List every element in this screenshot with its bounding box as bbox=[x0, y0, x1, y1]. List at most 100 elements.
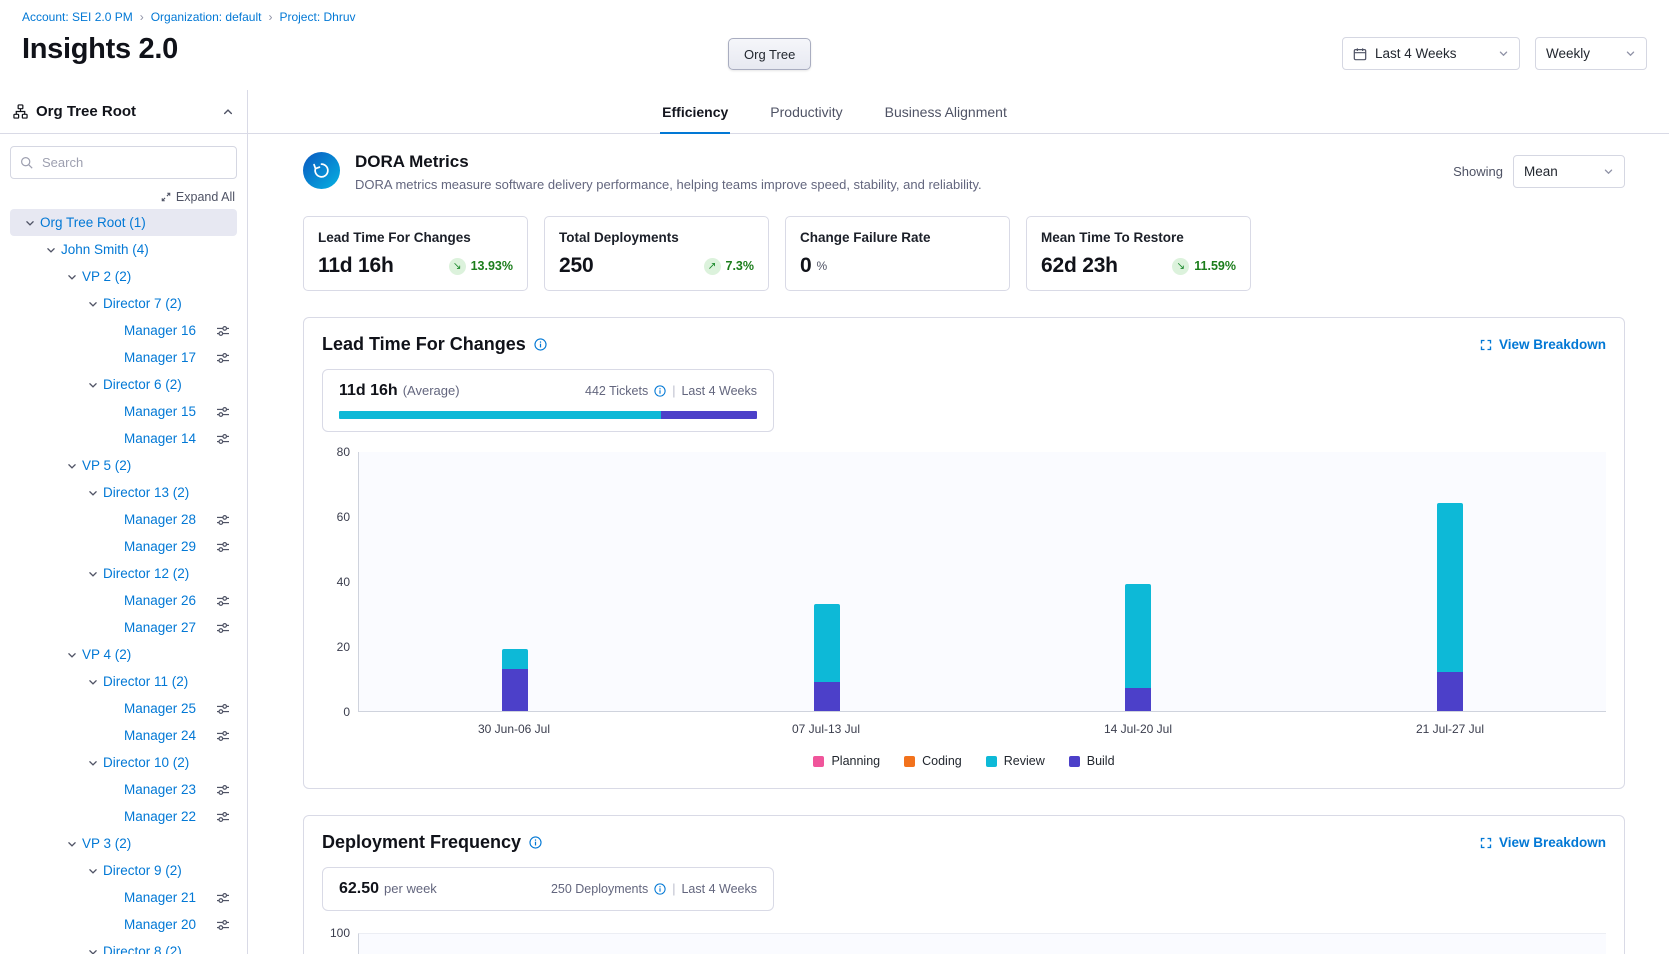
tree-item[interactable]: Org Tree Root (1) bbox=[10, 209, 237, 236]
tree-item-label[interactable]: Manager 17 bbox=[124, 350, 196, 365]
tree-item-label[interactable]: Director 8 (2) bbox=[103, 944, 182, 954]
tree-item[interactable]: Director 13 (2) bbox=[10, 479, 237, 506]
tree-item[interactable]: VP 3 (2) bbox=[10, 830, 237, 857]
tree-item-label[interactable]: Org Tree Root (1) bbox=[40, 215, 146, 230]
chevron-down-icon[interactable] bbox=[83, 866, 103, 876]
tree-item-label[interactable]: Manager 15 bbox=[124, 404, 196, 419]
tree-item-label[interactable]: Director 11 (2) bbox=[103, 674, 188, 689]
tree-item-label[interactable]: Manager 27 bbox=[124, 620, 196, 635]
tree-item-label[interactable]: Director 13 (2) bbox=[103, 485, 189, 500]
stacked-bar[interactable] bbox=[1125, 584, 1151, 711]
stacked-bar[interactable] bbox=[502, 649, 528, 711]
chevron-down-icon[interactable] bbox=[83, 299, 103, 309]
tree-item[interactable]: Director 11 (2) bbox=[10, 668, 237, 695]
tree-item[interactable]: Director 9 (2) bbox=[10, 857, 237, 884]
tree-item[interactable]: Manager 24 bbox=[10, 722, 237, 749]
tree-item[interactable]: Manager 15 bbox=[10, 398, 237, 425]
tree-item-label[interactable]: Director 9 (2) bbox=[103, 863, 182, 878]
tree-item-label[interactable]: Director 10 (2) bbox=[103, 755, 189, 770]
tree-item-label[interactable]: Manager 28 bbox=[124, 512, 196, 527]
tree-item[interactable]: Manager 27 bbox=[10, 614, 237, 641]
tree-item[interactable]: Manager 26 bbox=[10, 587, 237, 614]
tree-item[interactable]: Manager 23 bbox=[10, 776, 237, 803]
tree-item[interactable]: Manager 16 bbox=[10, 317, 237, 344]
org-tree-button[interactable]: Org Tree bbox=[728, 38, 811, 70]
tree-item-label[interactable]: Director 7 (2) bbox=[103, 296, 182, 311]
filter-icon[interactable] bbox=[216, 919, 230, 931]
view-breakdown-button[interactable]: View Breakdown bbox=[1480, 337, 1606, 352]
tab-efficiency[interactable]: Efficiency bbox=[660, 90, 730, 133]
chevron-down-icon[interactable] bbox=[83, 758, 103, 768]
tree-item[interactable]: Director 12 (2) bbox=[10, 560, 237, 587]
view-breakdown-button[interactable]: View Breakdown bbox=[1480, 835, 1606, 850]
tree-item[interactable]: Manager 17 bbox=[10, 344, 237, 371]
filter-icon[interactable] bbox=[216, 541, 230, 553]
tree-item-label[interactable]: VP 3 (2) bbox=[82, 836, 131, 851]
tree-item-label[interactable]: VP 2 (2) bbox=[82, 269, 131, 284]
tree-item-label[interactable]: Manager 21 bbox=[124, 890, 196, 905]
chevron-down-icon[interactable] bbox=[41, 245, 61, 255]
chevron-down-icon[interactable] bbox=[83, 488, 103, 498]
showing-select[interactable]: Mean bbox=[1513, 155, 1625, 188]
filter-icon[interactable] bbox=[216, 352, 230, 364]
tree-item[interactable]: Manager 25 bbox=[10, 695, 237, 722]
filter-icon[interactable] bbox=[216, 703, 230, 715]
tree-item-label[interactable]: Manager 25 bbox=[124, 701, 196, 716]
expand-all-button[interactable]: Expand All bbox=[161, 187, 235, 207]
filter-icon[interactable] bbox=[216, 892, 230, 904]
tree-item[interactable]: Director 6 (2) bbox=[10, 371, 237, 398]
info-icon[interactable] bbox=[534, 338, 547, 351]
filter-icon[interactable] bbox=[216, 325, 230, 337]
tree-item-label[interactable]: Manager 24 bbox=[124, 728, 196, 743]
search-input[interactable] bbox=[10, 146, 237, 179]
info-icon[interactable] bbox=[654, 883, 666, 895]
filter-icon[interactable] bbox=[216, 811, 230, 823]
granularity-select[interactable]: Weekly bbox=[1535, 37, 1647, 70]
filter-icon[interactable] bbox=[216, 514, 230, 526]
stacked-bar[interactable] bbox=[1437, 503, 1463, 711]
tree-item-label[interactable]: Director 12 (2) bbox=[103, 566, 189, 581]
tree-item[interactable]: VP 2 (2) bbox=[10, 263, 237, 290]
tree-item-label[interactable]: Manager 23 bbox=[124, 782, 196, 797]
tree-item[interactable]: VP 5 (2) bbox=[10, 452, 237, 479]
tree-item-label[interactable]: Manager 26 bbox=[124, 593, 196, 608]
chevron-down-icon[interactable] bbox=[62, 650, 82, 660]
breadcrumb-link[interactable]: Organization: default bbox=[151, 10, 262, 24]
tree-item-label[interactable]: Director 6 (2) bbox=[103, 377, 182, 392]
tree-item[interactable]: VP 4 (2) bbox=[10, 641, 237, 668]
tree-item[interactable]: Manager 22 bbox=[10, 803, 237, 830]
chevron-down-icon[interactable] bbox=[20, 218, 40, 228]
chevron-down-icon[interactable] bbox=[83, 380, 103, 390]
filter-icon[interactable] bbox=[216, 595, 230, 607]
filter-icon[interactable] bbox=[216, 622, 230, 634]
chevron-down-icon[interactable] bbox=[83, 677, 103, 687]
tree-item[interactable]: Manager 28 bbox=[10, 506, 237, 533]
chevron-down-icon[interactable] bbox=[62, 839, 82, 849]
tree-item[interactable]: John Smith (4) bbox=[10, 236, 237, 263]
tree-item[interactable]: Director 8 (2) bbox=[10, 938, 237, 954]
filter-icon[interactable] bbox=[216, 784, 230, 796]
info-icon[interactable] bbox=[529, 836, 542, 849]
info-icon[interactable] bbox=[654, 385, 666, 397]
tree-item-label[interactable]: Manager 16 bbox=[124, 323, 196, 338]
tree-item-label[interactable]: VP 5 (2) bbox=[82, 458, 131, 473]
collapse-icon[interactable] bbox=[222, 106, 234, 118]
tab-business-alignment[interactable]: Business Alignment bbox=[883, 90, 1009, 133]
filter-icon[interactable] bbox=[216, 433, 230, 445]
date-range-select[interactable]: Last 4 Weeks bbox=[1342, 37, 1520, 70]
tree-item[interactable]: Manager 29 bbox=[10, 533, 237, 560]
breadcrumb-link[interactable]: Account: SEI 2.0 PM bbox=[22, 10, 133, 24]
tree-item-label[interactable]: Manager 20 bbox=[124, 917, 196, 932]
chevron-down-icon[interactable] bbox=[83, 947, 103, 954]
chevron-down-icon[interactable] bbox=[83, 569, 103, 579]
tree-item[interactable]: Manager 20 bbox=[10, 911, 237, 938]
filter-icon[interactable] bbox=[216, 730, 230, 742]
tree-item[interactable]: Director 10 (2) bbox=[10, 749, 237, 776]
chevron-down-icon[interactable] bbox=[62, 272, 82, 282]
tree-item[interactable]: Director 7 (2) bbox=[10, 290, 237, 317]
tree-item[interactable]: Manager 21 bbox=[10, 884, 237, 911]
breadcrumb-link[interactable]: Project: Dhruv bbox=[279, 10, 355, 24]
filter-icon[interactable] bbox=[216, 406, 230, 418]
chevron-down-icon[interactable] bbox=[62, 461, 82, 471]
tree-item-label[interactable]: VP 4 (2) bbox=[82, 647, 131, 662]
